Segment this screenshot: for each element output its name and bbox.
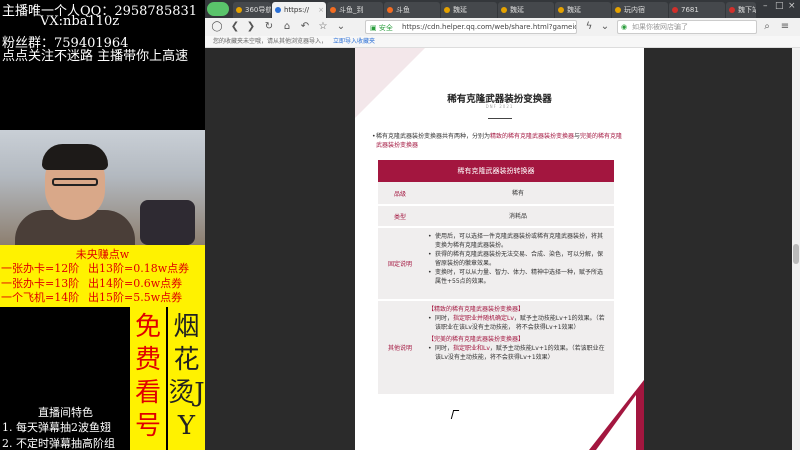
free-view-banner: 免费看号 [130, 307, 166, 450]
tab-favicon-icon [558, 7, 564, 13]
lightning-icon[interactable]: ϟ [583, 21, 595, 33]
intro-paragraph: • 稀有克隆武器装扮变换器共有两种，分别为精致的稀有克隆武器装扮变换器与完美的稀… [372, 133, 623, 149]
feature-item: 2. 不定时弹幕抽高阶组 [2, 437, 115, 450]
row-value: 消耗品 [508, 213, 527, 220]
scrollbar-thumb[interactable] [793, 244, 799, 264]
table-row-grade: 品级 稀有 [378, 182, 614, 206]
tab-active[interactable]: https://× [272, 2, 326, 18]
list-item: 获得的稀有克隆武器装扮无法交易、合成、染色，可以分解，保留原装扮的徽章效果。 [428, 250, 608, 268]
tab-page[interactable]: 魏延 [555, 2, 611, 18]
title-divider [488, 118, 512, 119]
url-text: https://cdn.helper.qq.com/web/share.html… [402, 23, 576, 31]
tab-favicon-icon [330, 7, 336, 13]
table-header: 稀有克隆武器装扮转换器 [378, 160, 614, 182]
back-icon[interactable]: ❮ [229, 21, 241, 33]
address-bar[interactable]: ▣ 安全 https://cdn.helper.qq.com/web/share… [365, 20, 577, 34]
list-item: 同时，指定职业并随机确定Lv，赋予主动技能Lv+1的效果。（若该职业在该Lv没有… [428, 314, 608, 332]
refresh-icon[interactable]: ↻ [263, 21, 275, 33]
browser-logo-button[interactable] [207, 2, 229, 16]
row-value: 【精致的稀有克隆武器装扮变换器】 同时，指定职业并随机确定Lv，赋予主动技能Lv… [422, 301, 614, 366]
feature-item: 1. 每天弹幕抽2波鱼翅 [2, 421, 111, 434]
table-row-type: 类型 消耗品 [378, 206, 614, 228]
row-label: 品级 [393, 190, 406, 198]
tab-favicon-icon [501, 7, 507, 13]
chevron-down-icon[interactable]: ⌄ [335, 21, 347, 33]
tab-favicon-icon [729, 7, 735, 13]
subheading: 【完美的稀有克隆武器装扮变换器】 [428, 336, 525, 343]
table-row-fixed-desc: 固定说明 使用后，可以选择一件克隆武器装扮或稀有克隆武器装扮，将其变换为稀有克隆… [378, 228, 614, 301]
tab-favicon-icon [387, 7, 393, 13]
page-subtitle: DNF 2021 [485, 104, 514, 109]
row-value: 使用后，可以选择一件克隆武器装扮或稀有克隆武器装扮，将其变换为稀有克隆武器装扮。… [422, 228, 614, 290]
table-row-other-desc: 其他说明 【精致的稀有克隆武器装扮变换器】 同时，指定职业并随机确定Lv，赋予主… [378, 301, 614, 396]
dropdown-icon[interactable]: ⌄ [599, 21, 611, 33]
search-icon[interactable]: ⌕ [761, 21, 773, 33]
tab-favicon-icon [236, 7, 242, 13]
tab-page[interactable]: 7681 [669, 2, 725, 18]
user-icon[interactable]: ◯ [211, 21, 223, 33]
tab-favicon-icon [615, 7, 621, 13]
search-engine-icon: ◉ [621, 23, 628, 31]
row-value: 稀有 [511, 190, 524, 197]
tab-360-nav[interactable]: 360导航 [233, 2, 271, 18]
tab-bar: 360导航 https://× 斗鱼_到 斗鱼 魏延 魏延 魏延 玩内宿 768… [205, 0, 800, 18]
home-icon[interactable]: ⌂ [281, 21, 293, 33]
close-window-icon[interactable]: × [788, 1, 796, 11]
tab-favicon-icon [444, 7, 450, 13]
page-viewport: 稀有克隆武器装扮变换器 DNF 2021 • 稀有克隆武器装扮变换器共有两种，分… [205, 48, 800, 450]
tab-page[interactable]: 玩内宿 [612, 2, 668, 18]
maximize-icon[interactable]: □ [775, 1, 784, 11]
price-row: 一张办卡=12阶 出13阶=0.18w点券 [1, 262, 190, 275]
tab-douyu[interactable]: 斗鱼_到 [327, 2, 383, 18]
stream-overlay: 主播唯一个人QQ：2958785831 VX:nba110z 粉丝群：75940… [0, 0, 205, 450]
import-bookmarks-link[interactable]: 立即导入收藏夹 [333, 38, 375, 45]
info-table: 稀有克隆武器装扮转换器 品级 稀有 类型 消耗品 固定说明 使用后，可以选择一件… [378, 160, 614, 396]
tab-page[interactable]: 魏延 [498, 2, 554, 18]
minimize-icon[interactable]: – [763, 1, 768, 11]
search-placeholder: 如果你被网店骗了 [632, 23, 688, 31]
list-item: 使用后，可以选择一件克隆武器装扮或稀有克隆武器装扮，将其变换为稀有克隆武器装扮。 [428, 232, 608, 250]
document-page: 稀有克隆武器装扮变换器 DNF 2021 • 稀有克隆武器装扮变换器共有两种，分… [355, 48, 644, 450]
search-input[interactable]: ◉ 如果你被网店骗了 [617, 20, 757, 34]
subheading: 【精致的稀有克隆武器装扮变换器】 [428, 306, 525, 313]
menu-icon[interactable]: ≡ [779, 21, 791, 33]
row-label: 其他说明 [387, 345, 412, 352]
streamer-name-banner: 烟花烫JY [168, 307, 205, 450]
scrollbar[interactable] [792, 48, 800, 450]
forward-icon[interactable]: ❯ [245, 21, 257, 33]
bookmark-bar: 您的收藏夹未空哦，请从其他浏览器导入， 立即导入收藏夹 [205, 36, 800, 48]
price-board: 未央赚点w 一张办卡=12阶 出13阶=0.18w点券 一张办卡=13阶 出14阶=… [0, 245, 205, 307]
secure-lock-icon: ▣ 安全 [370, 24, 393, 32]
tab-page[interactable]: 魏下站 [726, 2, 756, 18]
undo-icon[interactable]: ↶ [299, 21, 311, 33]
stream-features: 直播间特色 1. 每天弹幕抽2波鱼翅 2. 不定时弹幕抽高阶组 [0, 402, 130, 450]
tab-favicon-icon [672, 7, 678, 13]
row-label: 类型 [393, 213, 406, 221]
list-item: 变换时，可以从力量、智力、体力、精神中选择一种，赋予所选属性+55点的效果。 [428, 268, 608, 286]
tab-douyu-2[interactable]: 斗鱼 [384, 2, 440, 18]
overlay-follow-text: 点点关注不迷路 主播带你上高速 [2, 49, 189, 64]
bookmark-empty-text: 您的收藏夹未空哦，请从其他浏览器导入， [213, 38, 328, 45]
price-row: 一个飞机=14阶 出15阶=5.5w点券 [1, 291, 183, 304]
webcam-feed [0, 130, 205, 245]
features-title: 直播间特色 [38, 406, 93, 419]
browser-window: 360导航 https://× 斗鱼_到 斗鱼 魏延 魏延 魏延 玩内宿 768… [205, 0, 800, 450]
list-item: 同时，指定职业和Lv，赋予主动技能Lv+1的效果。（若该职业在该Lv没有主动技能… [428, 344, 608, 362]
navigation-bar: ◯ ❮ ❯ ↻ ⌂ ↶ ☆ ⌄ ▣ 安全 https://cdn.helper.… [205, 18, 800, 36]
star-icon[interactable]: ☆ [317, 21, 329, 33]
overlay-wechat-text: VX:nba110z [40, 14, 120, 29]
tab-page[interactable]: 魏延 [441, 2, 497, 18]
row-label: 固定说明 [387, 261, 412, 268]
tab-favicon-icon [275, 7, 281, 13]
page-title: 稀有克隆武器装扮变换器 [447, 94, 552, 105]
tab-close-icon[interactable]: × [318, 2, 324, 18]
